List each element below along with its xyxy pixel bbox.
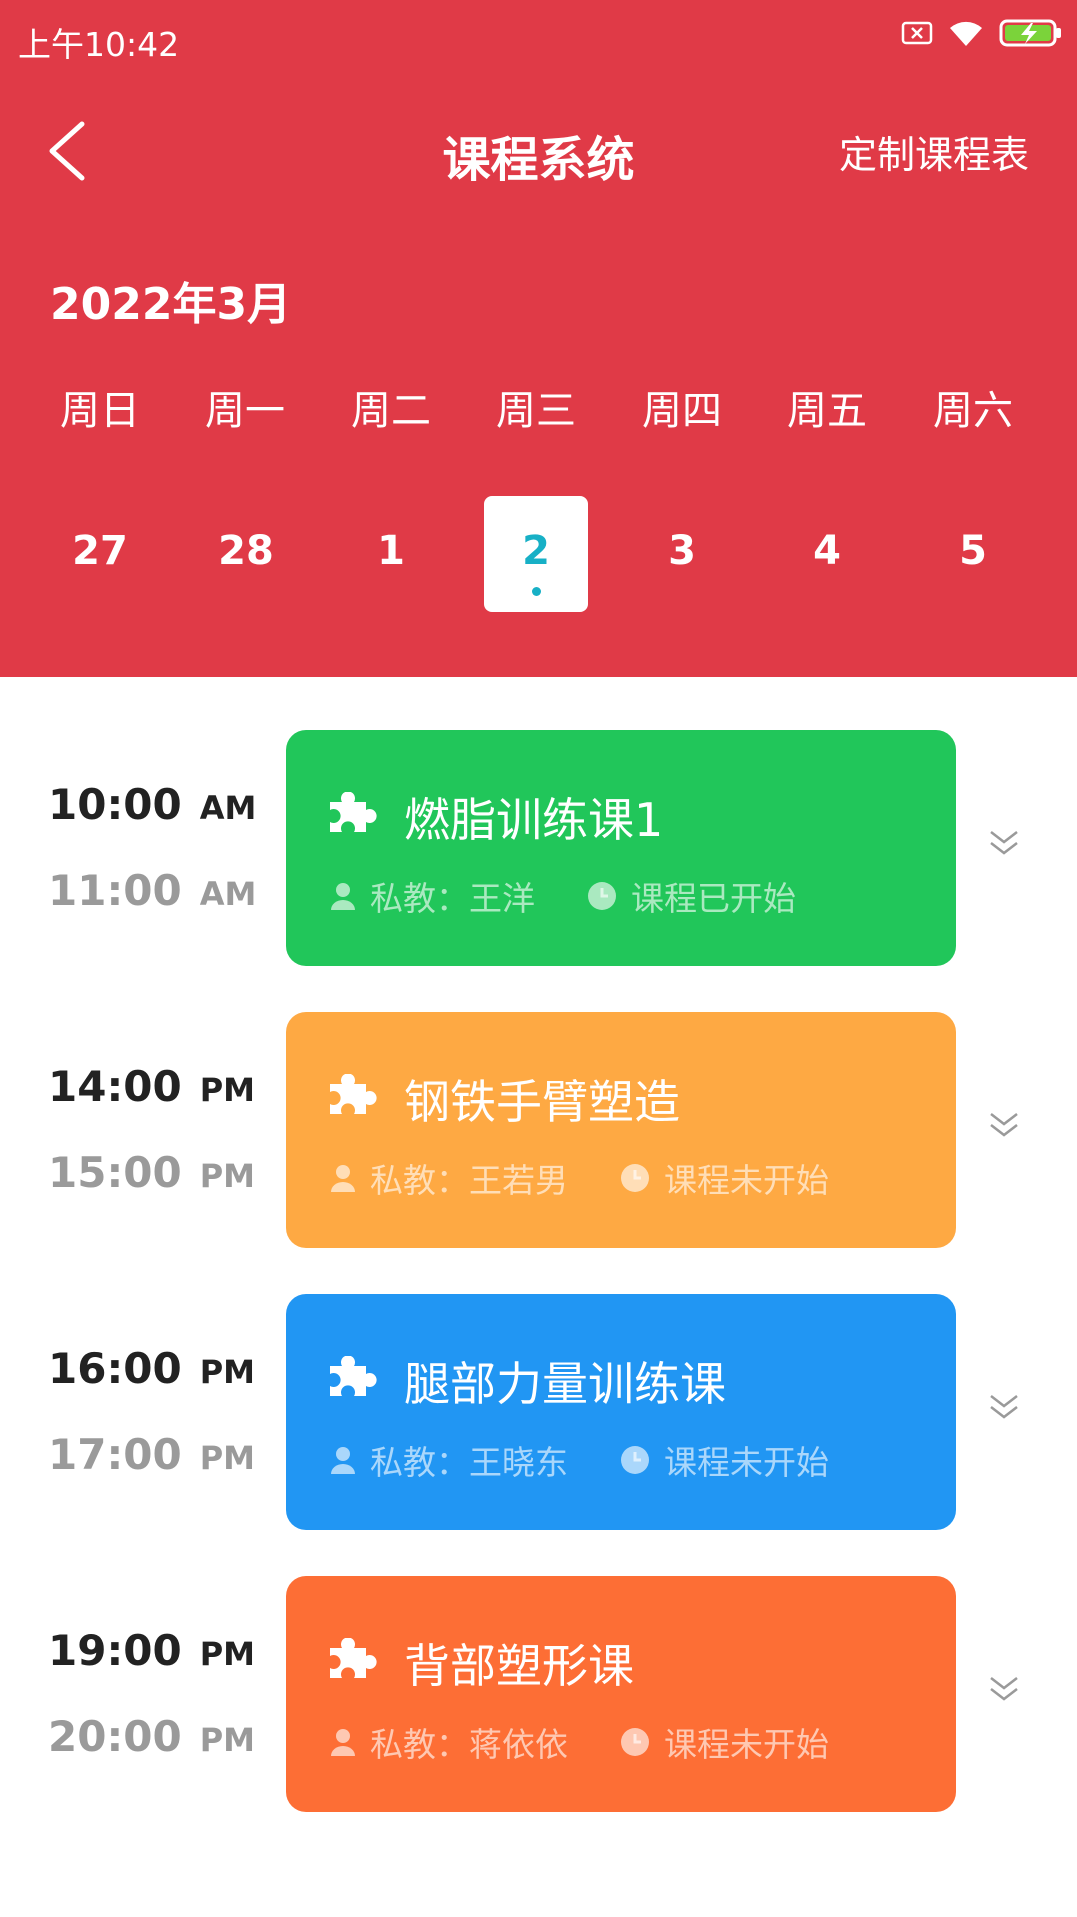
course-name: 燃脂训练课1 bbox=[404, 793, 664, 847]
customize-schedule-button[interactable]: 定制课程表 bbox=[839, 124, 1029, 179]
wifi-icon bbox=[950, 21, 982, 46]
weekday-label: 周一 bbox=[205, 388, 285, 434]
expand-chevron-icon[interactable] bbox=[988, 1392, 1020, 1422]
date-number: 4 bbox=[813, 528, 841, 574]
puzzle-icon bbox=[330, 792, 377, 832]
date-cell[interactable]: 1 bbox=[339, 496, 443, 612]
weekday-label: 周六 bbox=[933, 388, 1013, 434]
weekday-label: 周三 bbox=[496, 388, 576, 434]
battery-icon bbox=[999, 19, 1061, 47]
expand-chevron-icon[interactable] bbox=[988, 828, 1020, 858]
course-name: 背部塑形课 bbox=[404, 1639, 634, 1693]
clock-icon bbox=[621, 1446, 649, 1474]
end-time: 17:00 PM bbox=[48, 1430, 255, 1479]
date-number: 2 bbox=[522, 528, 550, 574]
course-status: 课程未开始 bbox=[664, 1725, 829, 1764]
person-icon bbox=[331, 1447, 355, 1474]
course-meta: 私教：王洋 课程已开始 bbox=[330, 872, 796, 920]
sim-error-icon bbox=[901, 21, 933, 45]
date-cell[interactable]: 28 bbox=[194, 496, 298, 612]
has-course-dot bbox=[532, 587, 541, 596]
person-icon bbox=[331, 1165, 355, 1192]
current-month: 2022年3月 bbox=[50, 279, 292, 330]
header: 上午10:42 课程系统 定制课程表 2022年3月 周日 周一 周二 周三 周… bbox=[0, 0, 1077, 677]
date-cell-selected[interactable]: 2 bbox=[484, 496, 588, 612]
date-cell[interactable]: 3 bbox=[630, 496, 734, 612]
weekday-label: 周二 bbox=[351, 388, 431, 434]
weekday-row: 周日 周一 周二 周三 周四 周五 周六 bbox=[0, 378, 1077, 438]
clock-icon bbox=[621, 1164, 649, 1192]
coach-name: 私教：王晓东 bbox=[370, 1443, 568, 1482]
puzzle-icon bbox=[330, 1356, 377, 1396]
date-number: 1 bbox=[377, 528, 405, 574]
course-card[interactable]: 钢铁手臂塑造 私教：王若男 课程未开始 bbox=[286, 1012, 956, 1248]
date-number: 5 bbox=[959, 528, 987, 574]
date-cell[interactable]: 4 bbox=[775, 496, 879, 612]
date-number: 27 bbox=[72, 528, 128, 574]
expand-chevron-icon[interactable] bbox=[988, 1110, 1020, 1140]
start-time: 19:00 PM bbox=[48, 1626, 255, 1675]
expand-chevron-icon[interactable] bbox=[988, 1674, 1020, 1704]
end-time: 15:00 PM bbox=[48, 1148, 255, 1197]
coach-name: 私教：王洋 bbox=[370, 879, 535, 918]
puzzle-icon bbox=[330, 1074, 377, 1114]
weekday-label: 周四 bbox=[642, 388, 722, 434]
course-meta: 私教：王若男 课程未开始 bbox=[330, 1154, 829, 1202]
clock-icon bbox=[621, 1728, 649, 1756]
date-cell[interactable]: 5 bbox=[921, 496, 1025, 612]
course-meta: 私教：蒋依依 课程未开始 bbox=[330, 1718, 829, 1766]
course-status: 课程未开始 bbox=[664, 1161, 829, 1200]
course-row: 16:00 PM 17:00 PM 腿部力量训练课 私教：王晓东 课程未开始 bbox=[0, 1294, 1077, 1530]
clock-icon bbox=[588, 882, 616, 910]
course-card[interactable]: 背部塑形课 私教：蒋依依 课程未开始 bbox=[286, 1576, 956, 1812]
course-row: 19:00 PM 20:00 PM 背部塑形课 私教：蒋依依 课程未开始 bbox=[0, 1576, 1077, 1812]
course-card[interactable]: 腿部力量训练课 私教：王晓东 课程未开始 bbox=[286, 1294, 956, 1530]
weekday-label: 周日 bbox=[60, 388, 140, 434]
person-icon bbox=[331, 1729, 355, 1756]
status-icons bbox=[901, 18, 1063, 48]
puzzle-icon bbox=[330, 1638, 377, 1678]
coach-name: 私教：蒋依依 bbox=[370, 1725, 568, 1764]
date-row: 27 28 1 2 3 4 5 bbox=[0, 496, 1077, 612]
weekday-label: 周五 bbox=[787, 388, 867, 434]
course-meta: 私教：王晓东 课程未开始 bbox=[330, 1436, 829, 1484]
course-row: 14:00 PM 15:00 PM 钢铁手臂塑造 私教：王若男 课程未开始 bbox=[0, 1012, 1077, 1248]
coach-name: 私教：王若男 bbox=[370, 1161, 568, 1200]
course-status: 课程已开始 bbox=[631, 879, 796, 918]
date-number: 28 bbox=[218, 528, 274, 574]
course-name: 腿部力量训练课 bbox=[404, 1357, 726, 1411]
start-time: 16:00 PM bbox=[48, 1344, 255, 1393]
course-card[interactable]: 燃脂训练课1 私教：王洋 课程已开始 bbox=[286, 730, 956, 966]
status-time: 上午10:42 bbox=[18, 25, 180, 64]
course-name: 钢铁手臂塑造 bbox=[404, 1075, 680, 1129]
start-time: 10:00 AM bbox=[48, 780, 257, 829]
course-status: 课程未开始 bbox=[664, 1443, 829, 1482]
date-number: 3 bbox=[668, 528, 696, 574]
person-icon bbox=[331, 883, 355, 910]
end-time: 11:00 AM bbox=[48, 866, 257, 915]
end-time: 20:00 PM bbox=[48, 1712, 255, 1761]
start-time: 14:00 PM bbox=[48, 1062, 255, 1111]
date-cell[interactable]: 27 bbox=[48, 496, 152, 612]
course-row: 10:00 AM 11:00 AM 燃脂训练课1 私教：王洋 课程已开始 bbox=[0, 730, 1077, 966]
